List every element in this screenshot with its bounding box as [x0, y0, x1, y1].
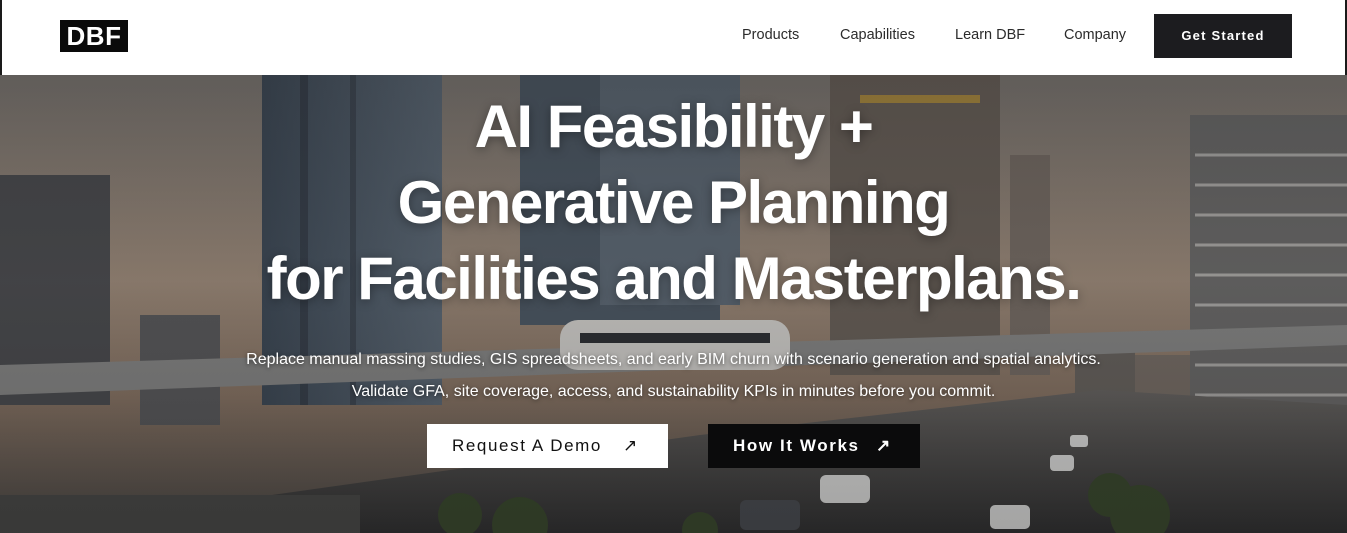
how-it-works-label: How It Works: [733, 436, 860, 455]
arrow-up-right-icon: ↗: [623, 436, 638, 455]
headline-line-1: AI Feasibility +: [474, 93, 874, 160]
site-header: DBF Products Capabilities Learn DBF Comp…: [0, 0, 1347, 75]
nav-link-company[interactable]: Company: [1064, 27, 1126, 43]
request-demo-button[interactable]: Request A Demo ↗: [427, 424, 668, 468]
get-started-button[interactable]: Get Started: [1154, 14, 1292, 58]
how-it-works-button[interactable]: How It Works ↗: [708, 424, 920, 468]
nav-link-products[interactable]: Products: [742, 27, 799, 43]
hero-subtext: Replace manual massing studies, GIS spre…: [246, 351, 1101, 400]
arrow-up-right-icon: ↗: [876, 436, 891, 455]
nav-link-learn-dbf[interactable]: Learn DBF: [955, 27, 1025, 43]
main-nav: Products Capabilities Learn DBF Company: [2, 0, 1345, 72]
nav-link-capabilities[interactable]: Capabilities: [840, 27, 915, 43]
request-demo-label: Request A Demo: [452, 436, 602, 455]
hero-section: AI Feasibility + Generative Planning for…: [0, 75, 1347, 533]
headline-line-2: Generative Planning: [397, 169, 951, 236]
hero-headline: AI Feasibility + Generative Planning for…: [0, 89, 1347, 317]
headline-line-3: for Facilities and Masterplans.: [266, 245, 1082, 312]
